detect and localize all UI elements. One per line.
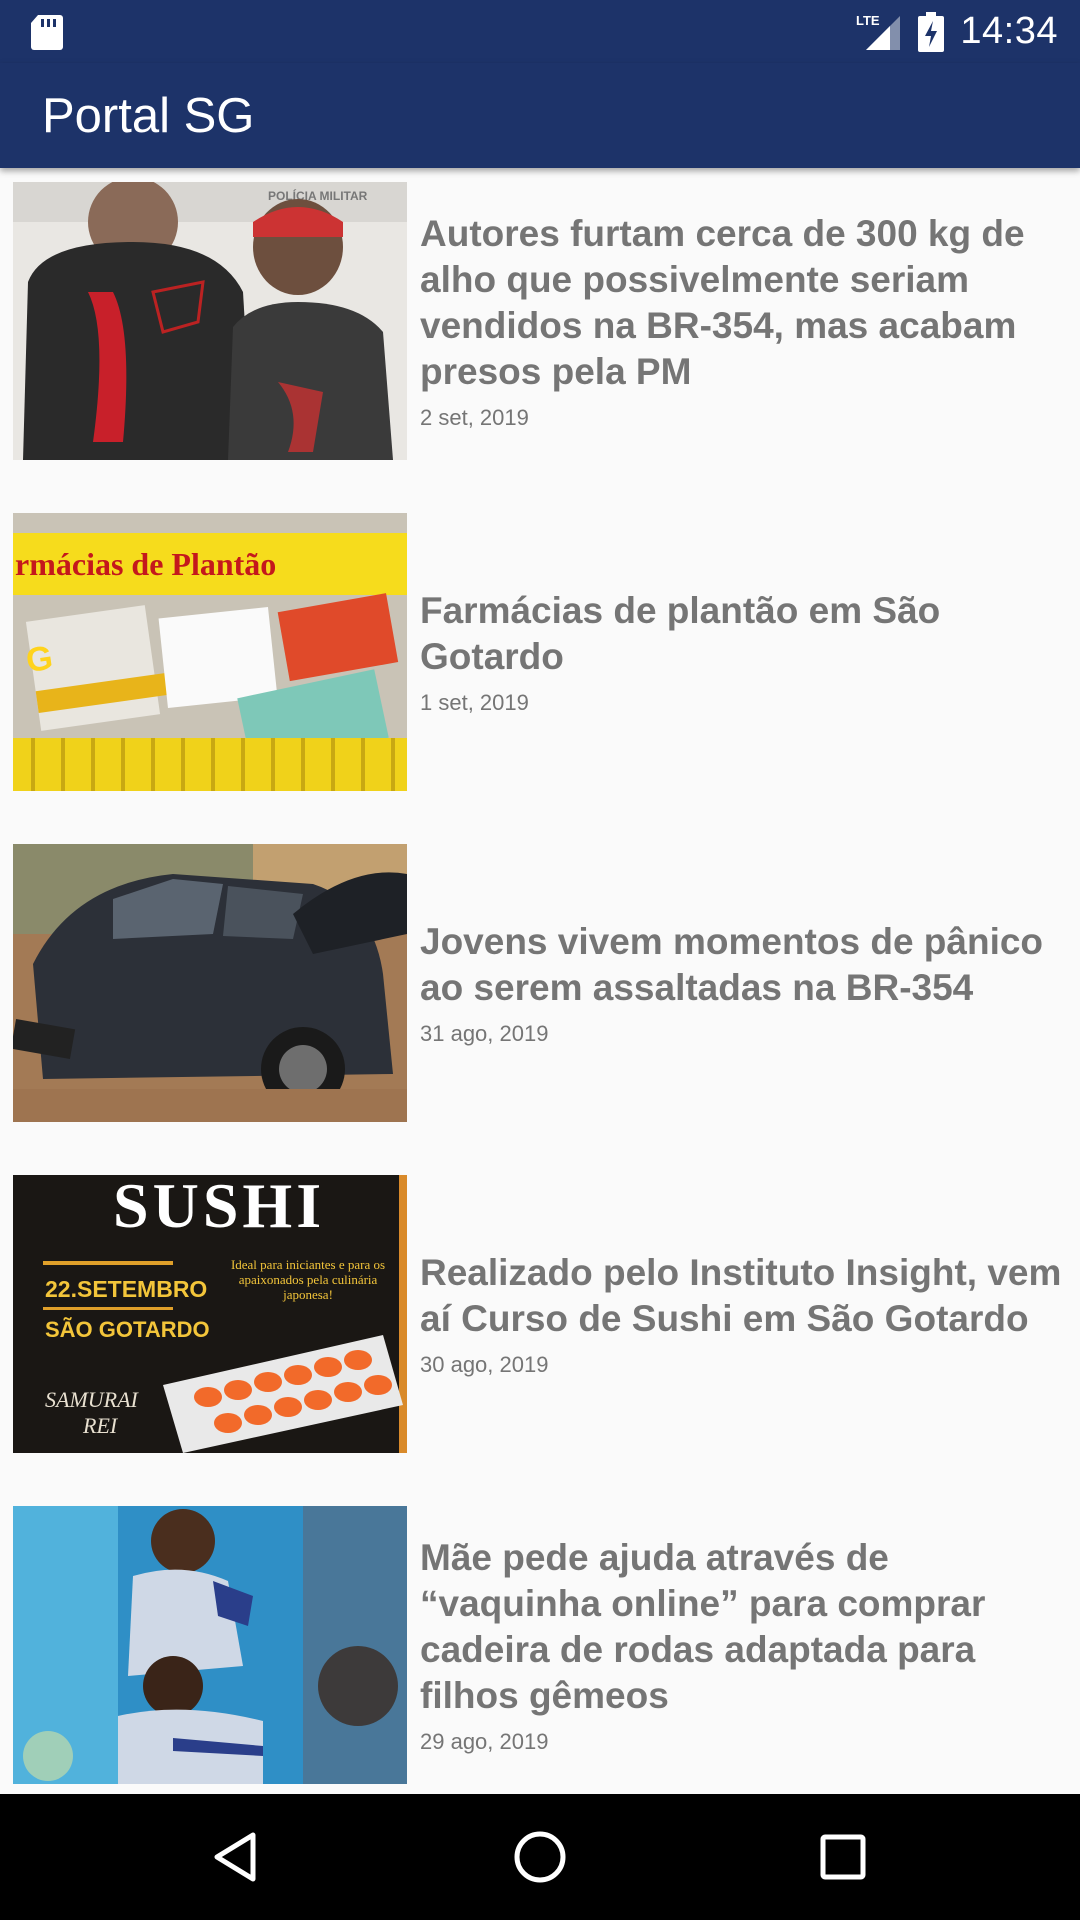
news-item-5[interactable]: Mãe pede ajuda através de “vaquinha onli… bbox=[0, 1506, 1080, 1784]
back-icon[interactable] bbox=[200, 1822, 270, 1892]
news-date: 30 ago, 2019 bbox=[420, 1352, 549, 1377]
news-date: 2 set, 2019 bbox=[420, 405, 529, 430]
news-date: 1 set, 2019 bbox=[420, 690, 529, 715]
thumb-sushi-date: 22.SETEMBRO bbox=[45, 1276, 207, 1302]
network-type-label: LTE bbox=[856, 13, 880, 28]
thumb-brand-2: REI bbox=[82, 1413, 119, 1438]
news-thumbnail-3[interactable] bbox=[13, 844, 407, 1122]
news-text-4[interactable]: Realizado pelo Instituto Insight, vem aí… bbox=[420, 1175, 1065, 1453]
status-clock: 14:34 bbox=[960, 10, 1058, 52]
news-text-1[interactable]: Autores furtam cerca de 300 kg de alho q… bbox=[420, 182, 1065, 460]
news-text-3[interactable]: Jovens vivem momentos de pânico ao serem… bbox=[420, 844, 1065, 1122]
news-headline[interactable]: Farmácias de plantão em São Gotardo bbox=[420, 588, 1065, 680]
recents-icon[interactable] bbox=[808, 1822, 878, 1892]
thumb-sushi-title: SUSHI bbox=[113, 1175, 325, 1241]
thumb-brand-1: SAMURAI bbox=[45, 1387, 140, 1412]
app-bar: Portal SG bbox=[0, 63, 1080, 168]
news-headline[interactable]: Autores furtam cerca de 300 kg de alho q… bbox=[420, 211, 1065, 395]
news-item-3[interactable]: Jovens vivem momentos de pânico ao serem… bbox=[0, 844, 1080, 1122]
thumb-sushi-tagline: Ideal para iniciantes e para os apaixona… bbox=[230, 1257, 386, 1302]
thumb-pharmacy-label: rmácias de Plantão bbox=[15, 546, 276, 582]
system-nav-bar bbox=[0, 1794, 1080, 1920]
news-date: 29 ago, 2019 bbox=[420, 1729, 549, 1754]
news-headline[interactable]: Jovens vivem momentos de pânico ao serem… bbox=[420, 919, 1065, 1011]
news-thumbnail-1[interactable]: POLÍCIA MILITAR bbox=[13, 182, 407, 460]
news-date: 31 ago, 2019 bbox=[420, 1021, 549, 1046]
news-item-2[interactable]: rmácias de Plantão G Farmácias de plantã… bbox=[0, 513, 1080, 791]
news-text-2[interactable]: Farmácias de plantão em São Gotardo 1 se… bbox=[420, 513, 1065, 791]
news-text-5[interactable]: Mãe pede ajuda através de “vaquinha onli… bbox=[420, 1506, 1065, 1784]
lte-signal-icon: LTE bbox=[856, 12, 902, 52]
news-thumbnail-2[interactable]: rmácias de Plantão G bbox=[13, 513, 407, 791]
news-item-1[interactable]: POLÍCIA MILITAR Autores furtam cerca de … bbox=[0, 182, 1080, 460]
app-title: Portal SG bbox=[42, 88, 255, 143]
news-feed[interactable]: POLÍCIA MILITAR Autores furtam cerca de … bbox=[0, 168, 1080, 1794]
news-headline[interactable]: Mãe pede ajuda através de “vaquinha onli… bbox=[420, 1535, 1065, 1719]
home-icon[interactable] bbox=[505, 1822, 575, 1892]
thumb-sushi-city: SÃO GOTARDO bbox=[45, 1317, 210, 1342]
status-bar: LTE 14:34 bbox=[0, 0, 1080, 63]
sd-card-icon bbox=[31, 15, 63, 50]
svg-text:G: G bbox=[24, 639, 55, 680]
news-headline[interactable]: Realizado pelo Instituto Insight, vem aí… bbox=[420, 1250, 1065, 1342]
thumb-police-label: POLÍCIA MILITAR bbox=[268, 188, 368, 203]
news-thumbnail-5[interactable] bbox=[13, 1506, 407, 1784]
news-item-4[interactable]: SUSHI 22.SETEMBRO SÃO GOTARDO Ideal para… bbox=[0, 1175, 1080, 1453]
battery-charging-icon bbox=[918, 11, 945, 52]
news-thumbnail-4[interactable]: SUSHI 22.SETEMBRO SÃO GOTARDO Ideal para… bbox=[13, 1175, 407, 1453]
